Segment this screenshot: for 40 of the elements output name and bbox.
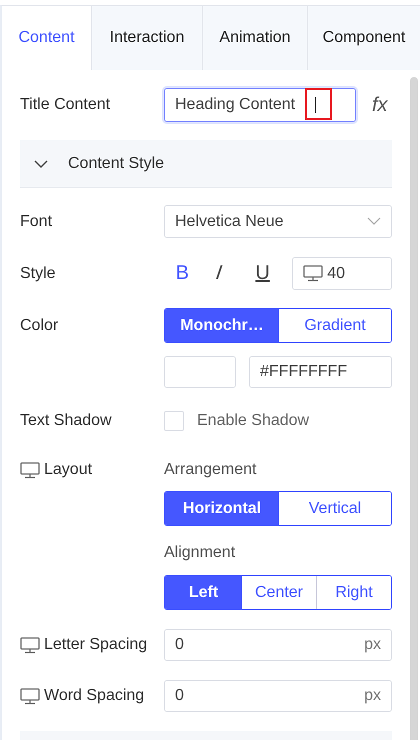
field-label: Letter Spacing bbox=[44, 636, 148, 654]
field-label: Text Shadow bbox=[20, 412, 112, 430]
monitor-icon bbox=[303, 265, 324, 282]
monitor-icon bbox=[20, 462, 40, 478]
field-label: Title Content bbox=[20, 96, 110, 114]
field-label: Word Spacing bbox=[44, 687, 144, 705]
bold-button[interactable]: B bbox=[176, 262, 216, 285]
section-title: Content Style bbox=[68, 154, 164, 172]
tab[interactable]: Interaction bbox=[91, 6, 202, 70]
italic-button[interactable]: I bbox=[216, 262, 256, 285]
segment-option[interactable]: Horizontal bbox=[165, 492, 278, 525]
title-input[interactable]: Heading Content bbox=[164, 88, 356, 122]
tab[interactable]: Animation bbox=[202, 6, 307, 70]
field-label: Color bbox=[20, 316, 58, 334]
checkbox[interactable] bbox=[164, 411, 184, 431]
group-title: Alignment bbox=[164, 544, 236, 562]
color-swatch[interactable] bbox=[164, 356, 236, 388]
segment-option[interactable]: Left bbox=[165, 576, 241, 609]
tab[interactable]: Component bbox=[307, 6, 420, 70]
spacing-input[interactable]: 0 px bbox=[164, 680, 392, 712]
monitor-icon bbox=[20, 688, 40, 704]
field-label: Style bbox=[20, 264, 56, 282]
chevron-icon bbox=[367, 217, 381, 226]
hex-input[interactable]: #FFFFFFFF bbox=[249, 356, 392, 388]
text-cursor bbox=[315, 97, 316, 113]
section-header[interactable]: Content Style bbox=[20, 140, 392, 187]
segment-option[interactable]: Monochr… bbox=[165, 309, 278, 342]
formula-button[interactable]: fx bbox=[372, 94, 388, 116]
scrollbar[interactable] bbox=[410, 77, 418, 740]
segment-option[interactable]: Vertical bbox=[278, 492, 391, 525]
segment-option[interactable]: Right bbox=[316, 576, 391, 609]
field-label: Font bbox=[20, 212, 52, 230]
font-select[interactable]: Helvetica Neue bbox=[164, 205, 392, 238]
monitor-icon bbox=[20, 636, 40, 654]
spacing-input[interactable]: 0 px bbox=[164, 629, 392, 661]
segment-option[interactable]: Gradient bbox=[278, 309, 391, 342]
checkbox-label: Enable Shadow bbox=[197, 412, 310, 430]
group-title: Arrangement bbox=[164, 461, 256, 479]
field-label: Layout bbox=[44, 461, 92, 479]
size-input[interactable]: 40 bbox=[292, 257, 392, 290]
